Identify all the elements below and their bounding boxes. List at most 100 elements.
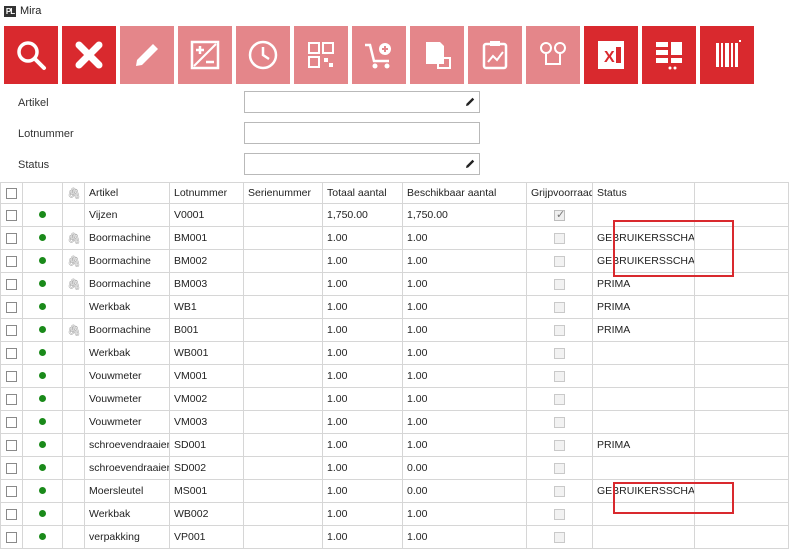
cell-artikel: Werkbak <box>84 295 170 319</box>
filter-row-status: Status <box>0 152 789 178</box>
paperclip-icon: 🖇 <box>67 324 81 337</box>
artikel-edit-icon[interactable] <box>464 96 476 108</box>
cell-artikel: Vouwmeter <box>84 364 170 388</box>
excel-export-button[interactable]: X <box>584 26 638 84</box>
row-checkbox[interactable] <box>0 203 23 227</box>
cell-artikel: Vouwmeter <box>84 410 170 434</box>
attachment-cell[interactable]: 🖇 <box>62 249 85 273</box>
table-row[interactable]: Vouwmeter VM001 1.00 1.00 <box>0 364 789 388</box>
status-dot <box>22 364 63 388</box>
header-beschikbaar-aantal[interactable]: Beschikbaar aantal <box>402 182 527 204</box>
cell-beschikbaar-aantal: 1.00 <box>402 226 527 250</box>
cell-lotnummer: VM002 <box>169 387 244 411</box>
header-attachment[interactable]: 🖇 <box>62 182 85 204</box>
select-all-checkbox[interactable] <box>0 182 23 204</box>
row-checkbox[interactable] <box>0 364 23 388</box>
cell-artikel: schroevendraaier <box>84 433 170 457</box>
table-row[interactable]: Vijzen V0001 1,750.00 1,750.00 <box>0 203 789 227</box>
cell-totaal-aantal: 1.00 <box>322 502 403 526</box>
cell-status <box>592 341 695 365</box>
table-row[interactable]: MoersleutelMS001 1.000.00 GEBRUIKERSSCHADE <box>0 479 789 503</box>
table-row[interactable]: schroevendraaier SD001 1.00 1.00 PRIMA <box>0 433 789 457</box>
cell-totaal-aantal: 1.00 <box>322 341 403 365</box>
cell-beschikbaar-aantal: 1.00 <box>402 295 527 319</box>
header-lotnummer[interactable]: Lotnummer <box>169 182 244 204</box>
clipboard-chart-button[interactable] <box>468 26 522 84</box>
table-row[interactable]: 🖇 Boormachine B001 1.00 1.00 PRIMA <box>0 318 789 342</box>
table-row[interactable]: 🖇 Boormachine BM003 1.00 1.00 PRIMA <box>0 272 789 296</box>
header-totaal-aantal[interactable]: Totaal aantal <box>322 182 403 204</box>
table-row[interactable]: Vouwmeter VM003 1.00 1.00 <box>0 410 789 434</box>
grijpvoorraad-checkbox <box>526 479 593 503</box>
attachment-cell <box>62 502 85 526</box>
table-row[interactable]: Vouwmeter VM002 1.00 1.00 <box>0 387 789 411</box>
cell-status: PRIMA <box>592 272 695 296</box>
grijpvoorraad-checkbox <box>526 525 593 549</box>
header-artikel[interactable]: Artikel <box>84 182 170 204</box>
cell-status <box>592 364 695 388</box>
cell-totaal-aantal: 1,750.00 <box>322 203 403 227</box>
document-box-button[interactable] <box>410 26 464 84</box>
location-route-icon <box>540 42 566 65</box>
attachment-cell[interactable]: 🖇 <box>62 318 85 342</box>
table-row[interactable]: 🖇BoormachineBM002 1.001.00 GEBRUIKERSSCHAD… <box>0 249 789 273</box>
attachment-cell[interactable]: 🖇 <box>62 272 85 296</box>
cell-artikel: Boormachine <box>84 226 170 250</box>
search-icon <box>17 41 46 70</box>
cell-status <box>592 203 695 227</box>
header-status[interactable]: Status <box>592 182 695 204</box>
document-box-icon <box>426 42 451 69</box>
plus-minus-button[interactable] <box>178 26 232 84</box>
row-checkbox[interactable] <box>0 295 23 319</box>
grijpvoorraad-checkbox <box>526 226 593 250</box>
row-checkbox[interactable] <box>0 226 23 250</box>
barcode-button[interactable] <box>700 26 754 84</box>
row-checkbox[interactable] <box>0 410 23 434</box>
status-dot <box>22 341 63 365</box>
header-serienummer[interactable]: Serienummer <box>243 182 323 204</box>
row-checkbox[interactable] <box>0 387 23 411</box>
cell-beschikbaar-aantal: 1.00 <box>402 318 527 342</box>
attachment-cell <box>62 364 85 388</box>
table-row[interactable]: 🖇BoormachineBM001 1.001.00 GEBRUIKERSSCHAD… <box>0 226 789 250</box>
cell-filler <box>694 364 789 388</box>
search-button[interactable] <box>4 26 58 84</box>
row-checkbox[interactable] <box>0 525 23 549</box>
clear-button[interactable] <box>62 26 116 84</box>
cell-filler <box>694 226 789 250</box>
row-checkbox[interactable] <box>0 456 23 480</box>
row-checkbox[interactable] <box>0 433 23 457</box>
header-grijpvoorraad[interactable]: Grijpvoorraad <box>526 182 593 204</box>
row-checkbox[interactable] <box>0 502 23 526</box>
clock-icon <box>248 40 278 70</box>
table-row[interactable]: Werkbak WB002 1.00 1.00 <box>0 502 789 526</box>
cell-artikel: Werkbak <box>84 341 170 365</box>
column-settings-button[interactable] <box>642 26 696 84</box>
row-checkbox[interactable] <box>0 341 23 365</box>
route-button[interactable] <box>526 26 580 84</box>
cell-serienummer <box>243 226 323 250</box>
status-edit-icon[interactable] <box>464 158 476 170</box>
row-checkbox[interactable] <box>0 272 23 296</box>
table-row[interactable]: Werkbak WB001 1.00 1.00 <box>0 341 789 365</box>
row-checkbox[interactable] <box>0 249 23 273</box>
status-input[interactable] <box>244 153 480 175</box>
app-logo: PL <box>4 5 16 17</box>
close-icon <box>75 41 103 69</box>
add-to-cart-button[interactable] <box>352 26 406 84</box>
table-row[interactable]: Werkbak WB1 1.00 1.00 PRIMA <box>0 295 789 319</box>
edit-button[interactable] <box>120 26 174 84</box>
grijpvoorraad-checkbox <box>526 318 593 342</box>
qr-code-button[interactable] <box>294 26 348 84</box>
lotnummer-input[interactable] <box>244 122 480 144</box>
cell-status <box>592 456 695 480</box>
cell-serienummer <box>243 341 323 365</box>
attachment-cell[interactable]: 🖇 <box>62 226 85 250</box>
row-checkbox[interactable] <box>0 318 23 342</box>
table-row[interactable]: verpakking VP001 1.00 1.00 <box>0 525 789 549</box>
table-row[interactable]: schroevendraaier SD002 1.00 0.00 <box>0 456 789 480</box>
artikel-input[interactable] <box>244 91 480 113</box>
row-checkbox[interactable] <box>0 479 23 503</box>
status-label: Status <box>18 159 50 171</box>
history-button[interactable] <box>236 26 290 84</box>
